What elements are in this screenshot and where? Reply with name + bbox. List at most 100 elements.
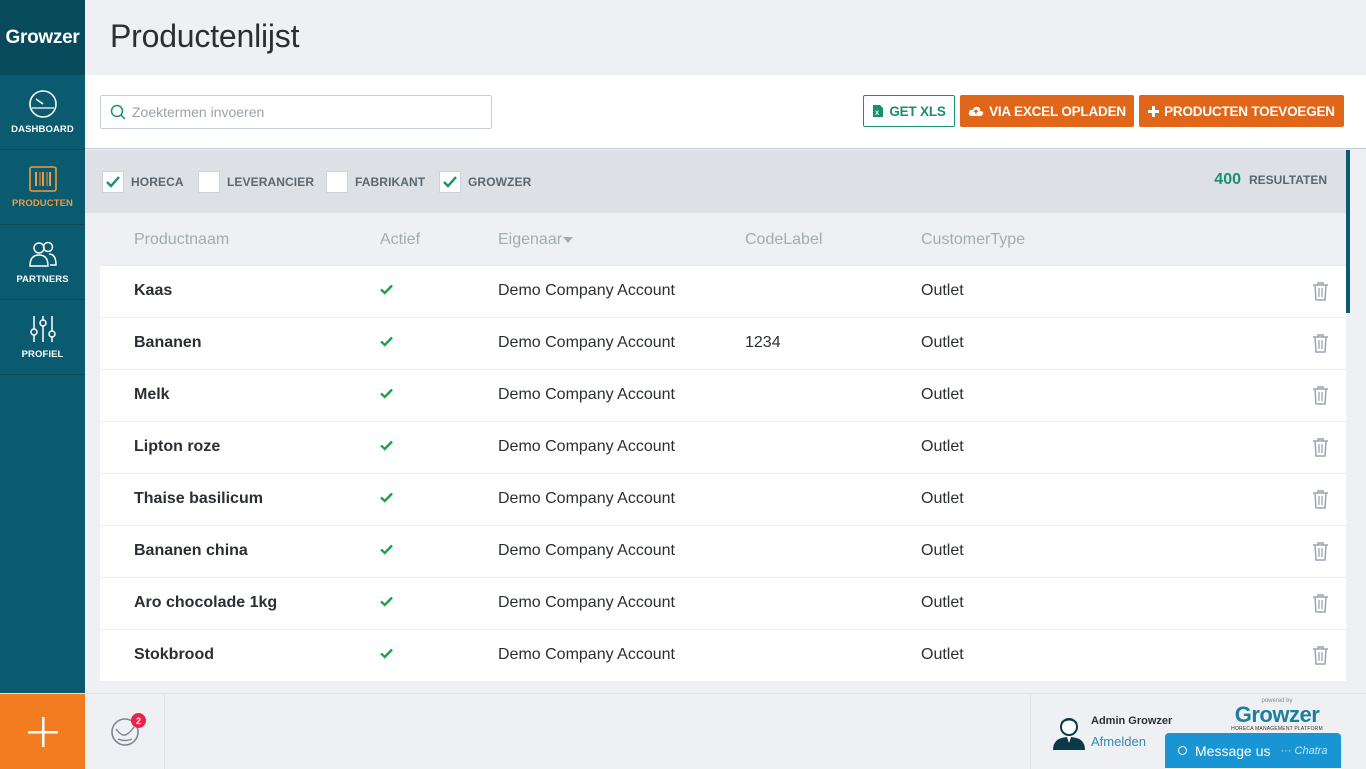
product-customertype: Outlet [921,542,964,559]
toolbar: X GET XLS VIA EXCEL OPLADEN PRODUCTEN TO… [85,75,1366,149]
get-xls-label: GET XLS [889,103,946,119]
trash-icon[interactable] [1312,541,1329,561]
trash-icon[interactable] [1312,593,1329,613]
sort-down-icon [563,236,574,243]
table-header: Productnaam Actief Eigenaar CodeLabel Cu… [100,213,1346,266]
product-name: Aro chocolade 1kg [134,594,278,611]
product-name: Thaise basilicum [134,490,263,507]
sidebar-item-profiel[interactable]: PROFIEL [0,300,85,375]
active-check-icon [380,284,393,295]
filter-horeca[interactable]: HORECA [102,171,184,193]
product-name: Bananen china [134,542,248,559]
trash-icon[interactable] [1312,333,1329,353]
product-owner: Demo Company Account [498,542,675,559]
product-customertype: Outlet [921,490,964,507]
active-check-icon [380,596,393,607]
footer-bar: 2 Admin Growzer Afmelden powered by Grow… [0,693,1366,769]
checkbox-unchecked[interactable] [326,171,348,193]
product-customertype: Outlet [921,646,964,663]
logo-text: Growzer [5,26,80,48]
column-header-productnaam[interactable]: Productnaam [134,231,229,249]
sidebar-item-partners[interactable]: PARTNERS [0,225,85,300]
trash-icon[interactable] [1312,281,1329,301]
table-row[interactable]: Stokbrood Demo Company Account Outlet [100,630,1346,682]
product-customertype: Outlet [921,594,964,611]
plus-icon [27,716,58,747]
trash-icon[interactable] [1312,385,1329,405]
column-header-codelabel[interactable]: CodeLabel [745,231,822,249]
active-check-icon [380,544,393,555]
check-icon [106,176,120,188]
check-icon [443,176,457,188]
product-owner: Demo Company Account [498,490,675,507]
chat-widget-button[interactable]: Message us ··· Chatra [1165,733,1341,768]
page-title: Productenlijst [110,18,300,54]
product-codelabel: 1234 [745,334,781,351]
product-customertype: Outlet [921,334,964,351]
product-owner: Demo Company Account [498,334,675,351]
product-owner: Demo Company Account [498,282,675,299]
dashboard-gauge-icon [28,90,57,118]
plus-icon [1148,105,1160,117]
quick-add-button[interactable] [0,694,85,769]
svg-text:X: X [875,111,879,117]
filter-leverancier[interactable]: LEVERANCIER [198,171,314,193]
sliders-icon [29,316,56,342]
column-header-actief[interactable]: Actief [380,231,420,249]
chat-label: Message us [1195,742,1271,759]
table-row[interactable]: Thaise basilicum Demo Company Account Ou… [100,474,1346,526]
table-row[interactable]: Lipton roze Demo Company Account Outlet [100,422,1346,474]
chat-brand: ··· Chatra [1280,744,1328,757]
sidebar-item-label: PROFIEL [21,349,64,360]
logout-link[interactable]: Afmelden [1091,734,1146,749]
product-owner: Demo Company Account [498,594,675,611]
add-products-button[interactable]: PRODUCTEN TOEVOEGEN [1139,95,1344,127]
page-header: Productenlijst [85,0,1366,75]
get-xls-button[interactable]: X GET XLS [863,95,955,127]
column-header-label: Eigenaar [498,231,563,248]
filter-growzer[interactable]: GROWZER [439,171,531,193]
sidebar: Growzer DASHBOARD PRODUCTEN PARTNERS PRO… [0,0,85,693]
column-header-customertype[interactable]: CustomerType [921,231,1025,249]
active-check-icon [380,648,393,659]
filter-label: FABRIKANT [355,175,426,189]
search-input[interactable] [132,104,472,120]
active-check-icon [380,388,393,399]
table-row[interactable]: Kaas Demo Company Account Outlet [100,266,1346,318]
excel-upload-button[interactable]: VIA EXCEL OPLADEN [960,95,1134,127]
trash-icon[interactable] [1312,437,1329,457]
filter-fabrikant[interactable]: FABRIKANT [326,171,425,193]
active-check-icon [380,492,393,503]
search-box[interactable] [100,95,492,129]
users-icon [28,241,57,267]
user-avatar-icon [1053,718,1085,750]
growzer-logo[interactable]: Growzer [0,0,85,75]
product-name: Melk [134,386,170,403]
sidebar-item-dashboard[interactable]: DASHBOARD [0,75,85,150]
scrollbar[interactable] [1346,150,1350,313]
product-customertype: Outlet [921,438,964,455]
product-owner: Demo Company Account [498,438,675,455]
checkbox-unchecked[interactable] [198,171,220,193]
table-row[interactable]: Bananen china Demo Company Account Outle… [100,526,1346,578]
active-check-icon [380,336,393,347]
powered-tagline: HORECA MANAGEMENT PLATFORM [1231,726,1323,732]
filter-label: GROWZER [468,175,532,189]
trash-icon[interactable] [1312,645,1329,665]
checkbox-checked[interactable] [102,171,124,193]
column-header-eigenaar[interactable]: Eigenaar [498,231,574,249]
sidebar-item-producten[interactable]: PRODUCTEN [0,150,85,225]
results-number: 400 [1214,171,1241,188]
filters-bar: HORECA LEVERANCIER FABRIKANT GROWZER 400… [85,150,1347,213]
trash-icon[interactable] [1312,489,1329,509]
search-icon [110,104,126,120]
powered-logo-text: Growzer [1234,702,1320,727]
table-row[interactable]: Bananen Demo Company Account 1234 Outlet [100,318,1346,370]
checkbox-checked[interactable] [439,171,461,193]
table-row[interactable]: Aro chocolade 1kg Demo Company Account O… [100,578,1346,630]
product-owner: Demo Company Account [498,386,675,403]
notifications-button[interactable]: 2 [85,694,165,769]
add-products-label: PRODUCTEN TOEVOEGEN [1164,103,1335,119]
table-row[interactable]: Melk Demo Company Account Outlet [100,370,1346,422]
active-check-icon [380,440,393,451]
